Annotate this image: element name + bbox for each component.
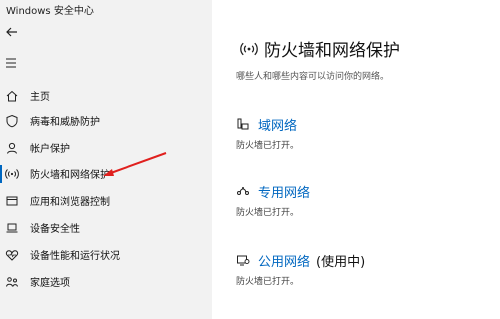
- sidebar-item-virus-protection[interactable]: 病毒和威胁防护: [0, 110, 212, 132]
- wifi-signal-icon: [5, 167, 19, 181]
- sidebar-item-label: 设备性能和运行状况: [30, 251, 120, 262]
- selection-indicator: [0, 165, 2, 183]
- hamburger-icon: [6, 58, 16, 68]
- menu-button[interactable]: [4, 55, 20, 69]
- sidebar-item-family-options[interactable]: 家庭选项: [0, 271, 212, 293]
- private-network-link[interactable]: 专用网络: [258, 182, 310, 201]
- window-title: Windows 安全中心: [6, 6, 94, 17]
- family-icon: [5, 275, 19, 289]
- laptop-icon: [5, 221, 19, 235]
- domain-network-link[interactable]: 域网络: [258, 115, 297, 134]
- domain-network-section: 域网络 防火墙已打开。: [236, 115, 486, 151]
- sidebar-item-device-performance[interactable]: 设备性能和运行状况: [0, 244, 212, 266]
- heart-icon: [5, 248, 19, 262]
- sidebar-item-home[interactable]: 主页: [0, 85, 212, 107]
- annotation-arrow: [103, 152, 167, 176]
- domain-network-icon: [236, 117, 250, 131]
- app-window-icon: [5, 194, 19, 208]
- wifi-signal-icon: [240, 42, 258, 55]
- active-network-badge: (使用中): [316, 254, 366, 270]
- sidebar-item-label: 应用和浏览器控制: [30, 197, 110, 208]
- firewall-status: 防火墙已打开。: [236, 208, 300, 218]
- private-network-section: 专用网络 防火墙已打开。: [236, 182, 486, 219]
- sidebar-item-device-security[interactable]: 设备安全性: [0, 217, 212, 239]
- sidebar-item-label: 设备安全性: [30, 224, 80, 235]
- shield-icon: [5, 114, 19, 128]
- sidebar-item-label: 家庭选项: [30, 278, 70, 289]
- public-network-section: 公用网络 (使用中) 防火墙已打开。: [236, 251, 486, 288]
- main-content: 防火墙和网络保护 哪些人和哪些内容可以访问你的网络。 域网络 防火墙已打开。 专…: [212, 0, 500, 319]
- sidebar-item-label: 病毒和威胁防护: [30, 117, 100, 128]
- firewall-status: 防火墙已打开。: [236, 141, 300, 151]
- sidebar-item-label: 主页: [30, 92, 50, 103]
- person-icon: [5, 141, 19, 155]
- private-network-icon: [236, 184, 250, 198]
- home-icon: [5, 89, 19, 103]
- sidebar-item-label: 防火墙和网络保护: [30, 170, 110, 181]
- page-title: 防火墙和网络保护: [264, 41, 400, 61]
- sidebar-item-app-browser-control[interactable]: 应用和浏览器控制: [0, 190, 212, 212]
- security-center-window: Windows 安全中心 主页 病毒和威胁防护 帐户保护 防火墙和网络保护 应用…: [0, 0, 500, 319]
- page-header: 防火墙和网络保护: [240, 36, 400, 61]
- sidebar-item-label: 帐户保护: [30, 144, 70, 155]
- back-arrow-icon: [6, 27, 17, 37]
- page-subtitle: 哪些人和哪些内容可以访问你的网络。: [236, 72, 390, 82]
- public-network-link[interactable]: 公用网络: [258, 251, 310, 270]
- public-network-icon: [236, 253, 250, 267]
- back-button[interactable]: [4, 24, 20, 40]
- firewall-status: 防火墙已打开。: [236, 277, 300, 287]
